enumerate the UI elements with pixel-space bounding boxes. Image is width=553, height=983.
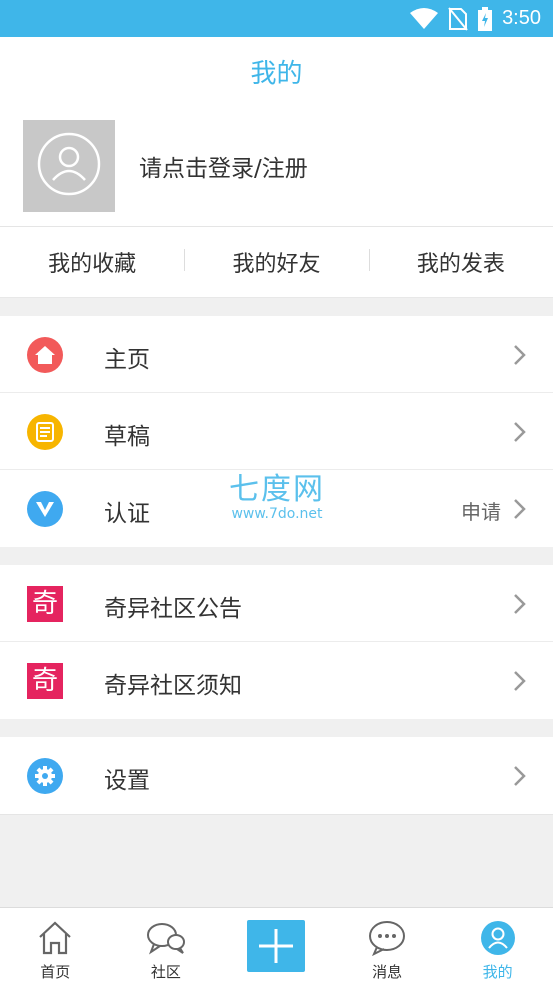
draft-icon xyxy=(27,414,63,450)
status-time: 3:50 xyxy=(502,7,541,29)
menu-item-label: 奇异社区须知 xyxy=(104,673,242,699)
wifi-icon xyxy=(410,7,439,30)
tab-post[interactable] xyxy=(221,908,332,983)
favorites-link[interactable]: 我的收藏 xyxy=(0,246,184,278)
tab-label: 消息 xyxy=(372,963,403,981)
avatar[interactable] xyxy=(23,120,115,212)
chevron-right-icon xyxy=(514,499,526,519)
watermark-url: www.7do.net xyxy=(231,506,323,522)
apply-label: 申请 xyxy=(461,500,501,524)
menu-item-label: 奇异社区公告 xyxy=(104,596,242,622)
plus-icon[interactable] xyxy=(247,920,306,972)
profile-icon xyxy=(478,918,518,958)
chat-bubbles-icon xyxy=(146,918,186,958)
tab-label: 社区 xyxy=(150,963,181,981)
posts-link[interactable]: 我的发表 xyxy=(368,246,553,278)
friends-link[interactable]: 我的好友 xyxy=(184,246,368,278)
tab-label: 我的 xyxy=(482,963,513,981)
bottom-tab-bar: 首页 社区 消息 我的 xyxy=(0,907,553,983)
menu-group-2: 奇 奇异社区公告 奇 奇异社区须知 xyxy=(0,565,553,719)
tab-community[interactable]: 社区 xyxy=(111,908,222,983)
gear-icon xyxy=(27,758,63,794)
watermark: 七度网 www.7do.net xyxy=(222,464,332,522)
menu-item-settings[interactable]: 设置 xyxy=(0,737,553,814)
menu-group-3: 设置 xyxy=(0,737,553,815)
home-outline-icon xyxy=(35,918,75,958)
community-logo-icon: 奇 xyxy=(27,586,63,622)
status-bar: 3:50 xyxy=(0,0,553,37)
chevron-right-icon xyxy=(514,671,526,691)
tab-profile[interactable]: 我的 xyxy=(442,908,553,983)
page-title: 我的 xyxy=(250,58,303,89)
menu-item-rules[interactable]: 奇 奇异社区须知 xyxy=(0,642,553,719)
login-register-link[interactable]: 请点击登录/注册 xyxy=(139,149,308,183)
menu-item-label: 设置 xyxy=(104,768,150,794)
chevron-right-icon xyxy=(514,594,526,614)
profile-section[interactable]: 请点击登录/注册 xyxy=(0,105,553,227)
home-icon xyxy=(27,337,63,373)
menu-item-drafts[interactable]: 草稿 xyxy=(0,393,553,470)
battery-charging-icon xyxy=(478,6,493,31)
menu-item-announcement[interactable]: 奇 奇异社区公告 xyxy=(0,565,553,642)
community-logo-icon: 奇 xyxy=(27,663,63,699)
chevron-right-icon xyxy=(514,345,526,365)
quick-links: 我的收藏 我的好友 我的发表 xyxy=(0,227,553,298)
chevron-right-icon xyxy=(514,766,526,786)
menu-item-home[interactable]: 主页 xyxy=(0,316,553,393)
menu-item-label: 认证 xyxy=(104,501,150,527)
user-icon xyxy=(37,132,101,200)
menu-item-label: 主页 xyxy=(104,347,150,373)
watermark-title: 七度网 xyxy=(229,472,325,507)
tab-messages[interactable]: 消息 xyxy=(332,908,443,983)
menu-item-label: 草稿 xyxy=(104,424,150,450)
verify-icon xyxy=(27,491,63,527)
chevron-right-icon xyxy=(514,422,526,442)
no-sim-icon xyxy=(448,6,468,31)
header: 我的 xyxy=(0,37,553,105)
message-icon xyxy=(367,918,407,958)
tab-home[interactable]: 首页 xyxy=(0,908,111,983)
tab-label: 首页 xyxy=(40,963,71,981)
